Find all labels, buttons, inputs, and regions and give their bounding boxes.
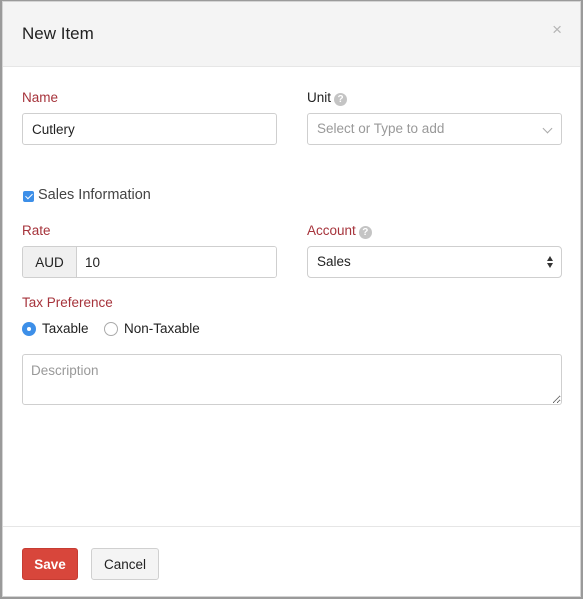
non-taxable-label[interactable]: Non-Taxable	[124, 321, 200, 336]
name-input[interactable]	[22, 113, 277, 145]
modal-title: New Item	[22, 24, 94, 43]
close-icon[interactable]: ×	[552, 21, 562, 38]
modal-footer: Save Cancel	[3, 526, 580, 596]
save-button[interactable]: Save	[22, 548, 78, 580]
name-label: Name	[22, 90, 59, 105]
select-arrows-icon	[547, 256, 555, 269]
modal-header: New Item ×	[3, 2, 580, 67]
new-item-modal: New Item × Name Unit? Select or Type to …	[2, 1, 581, 597]
help-icon[interactable]: ?	[358, 226, 372, 239]
description-textarea[interactable]	[22, 354, 562, 405]
unit-label-text: Unit	[307, 90, 332, 105]
cancel-button[interactable]: Cancel	[91, 548, 159, 580]
unit-placeholder: Select or Type to add	[317, 121, 445, 136]
rate-input-group: AUD	[22, 246, 277, 278]
sales-information-checkbox[interactable]	[23, 191, 34, 202]
taxable-label[interactable]: Taxable	[42, 321, 89, 336]
taxable-radio[interactable]	[22, 322, 36, 336]
account-label-text: Account	[307, 223, 356, 238]
rate-label: Rate	[22, 223, 51, 238]
rate-input[interactable]	[77, 247, 276, 277]
account-select[interactable]: Sales	[307, 246, 562, 278]
help-icon[interactable]: ?	[334, 93, 348, 106]
account-selected-value: Sales	[317, 254, 351, 269]
unit-label: Unit?	[307, 90, 348, 106]
sales-information-label: Sales Information	[38, 187, 151, 203]
tax-preference-label: Tax Preference	[22, 295, 113, 310]
chevron-down-icon	[542, 123, 553, 134]
account-label: Account?	[307, 223, 372, 239]
currency-addon: AUD	[23, 247, 77, 277]
non-taxable-radio[interactable]	[104, 322, 118, 336]
unit-select[interactable]: Select or Type to add	[307, 113, 562, 145]
